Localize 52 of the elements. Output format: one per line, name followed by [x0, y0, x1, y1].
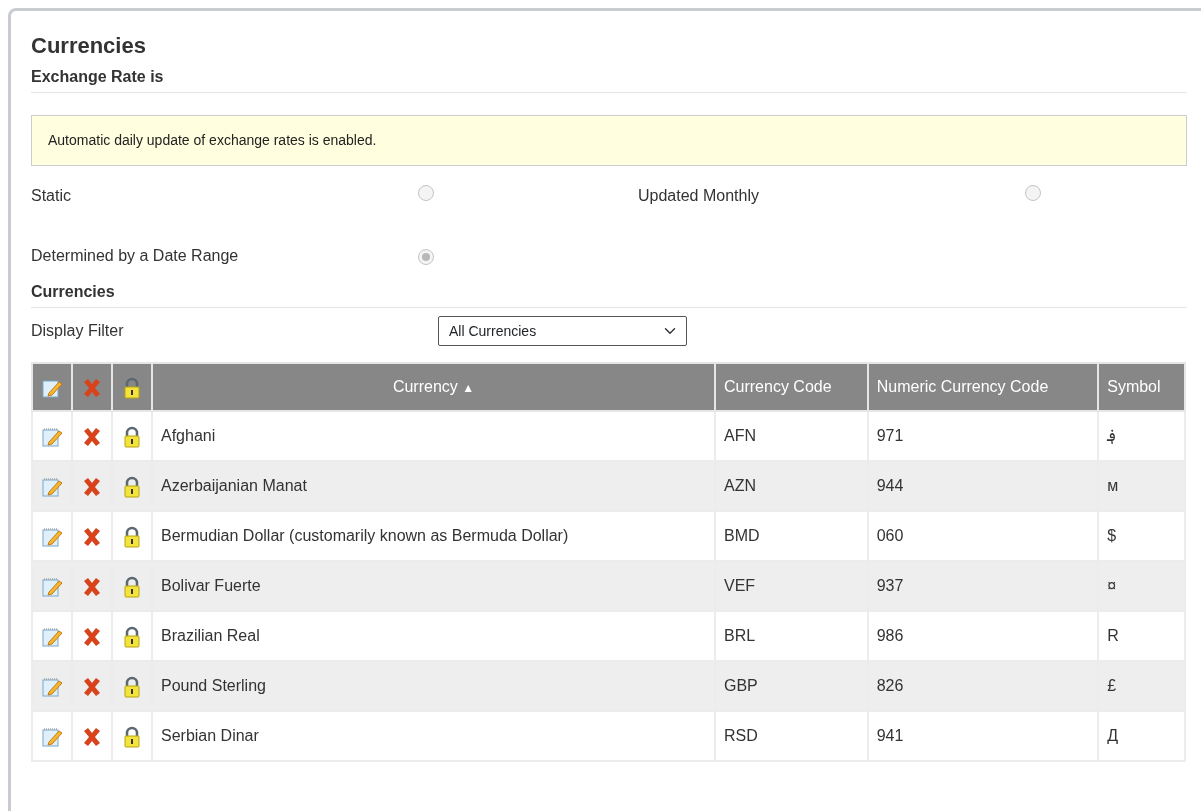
table-cell: 937	[867, 561, 1099, 612]
column-header[interactable]: Symbol	[1098, 363, 1185, 412]
table-cell: 826	[867, 661, 1099, 712]
edit-icon[interactable]	[41, 426, 63, 449]
table-cell: £	[1098, 661, 1185, 712]
edit-icon[interactable]	[41, 377, 63, 400]
section-heading: Exchange Rate is	[31, 65, 1187, 94]
edit-icon[interactable]	[41, 576, 63, 599]
lock-icon	[121, 377, 143, 400]
edit-icon[interactable]	[41, 526, 63, 549]
table-cell: ¤	[1098, 561, 1185, 612]
column-header[interactable]: Currency Code	[715, 363, 868, 412]
lock-icon	[121, 626, 143, 649]
column-header[interactable]: Currency ▲	[152, 363, 715, 412]
notice-message: Automatic daily update of exchange rates is enabled.	[31, 115, 1187, 167]
table-cell: Д	[1098, 711, 1185, 762]
table-cell: Azerbaijanian Manat	[152, 461, 715, 512]
filter-label: Display Filter	[31, 321, 125, 342]
lock-icon	[121, 426, 143, 449]
filter-dropdown[interactable]: All Currencies	[438, 316, 687, 347]
delete-icon[interactable]	[81, 626, 103, 649]
section-heading: Currencies	[31, 280, 1187, 309]
edit-icon[interactable]	[41, 476, 63, 499]
table-cell: Pound Sterling	[152, 661, 715, 712]
column-header[interactable]: Numeric Currency Code	[867, 363, 1099, 412]
table-cell: Serbian Dinar	[152, 711, 715, 762]
edit-icon[interactable]	[41, 626, 63, 649]
table-cell: м	[1098, 461, 1185, 512]
option-label: Determined by a Date Range	[31, 246, 240, 267]
lock-icon	[121, 576, 143, 599]
delete-icon[interactable]	[81, 476, 103, 499]
table-cell: Bolivar Fuerte	[152, 561, 715, 612]
delete-icon[interactable]	[81, 526, 103, 549]
option-label: Static	[31, 186, 72, 207]
table-cell: 941	[867, 711, 1099, 762]
edit-icon[interactable]	[41, 676, 63, 699]
delete-icon[interactable]	[81, 426, 103, 449]
delete-icon[interactable]	[81, 676, 103, 699]
lock-icon	[121, 526, 143, 549]
option-label: Updated Monthly	[638, 186, 760, 207]
edit-icon[interactable]	[41, 726, 63, 749]
table-cell: GBP	[715, 661, 868, 712]
lock-icon	[121, 726, 143, 749]
table-cell: VEF	[715, 561, 868, 612]
table-cell: RSD	[715, 711, 868, 762]
lock-icon	[121, 676, 143, 699]
table-cell: AZN	[715, 461, 868, 512]
delete-icon[interactable]	[81, 576, 103, 599]
table-cell: 944	[867, 461, 1099, 512]
delete-icon[interactable]	[81, 726, 103, 749]
lock-icon	[121, 476, 143, 499]
page-title: Currencies	[31, 33, 147, 60]
